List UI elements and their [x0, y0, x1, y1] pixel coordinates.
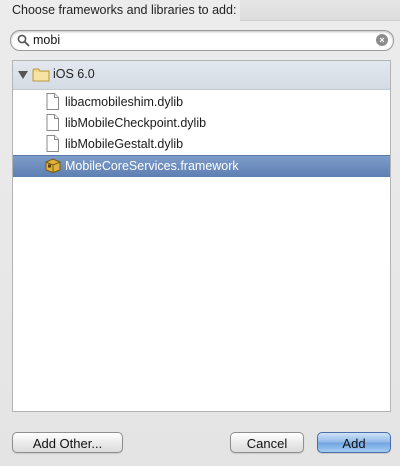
list-item-selected[interactable]: MobileCoreServices.framework — [13, 155, 390, 177]
background-tab-strip — [240, 0, 400, 21]
list-item[interactable]: libMobileGestalt.dylib — [13, 134, 390, 155]
group-row-ios[interactable]: iOS 6.0 — [13, 61, 390, 90]
add-frameworks-sheet: Choose frameworks and libraries to add: … — [0, 0, 400, 466]
item-label: libMobileGestalt.dylib — [65, 137, 184, 151]
group-label: iOS 6.0 — [53, 67, 95, 81]
list-item[interactable]: libacmobileshim.dylib — [13, 92, 390, 113]
document-icon — [46, 93, 59, 110]
framework-icon — [45, 158, 61, 173]
clear-search-icon[interactable]: × — [376, 34, 388, 46]
folder-icon — [32, 68, 50, 82]
cancel-button[interactable]: Cancel — [230, 432, 304, 453]
disclosure-triangle-icon[interactable] — [18, 71, 28, 79]
search-field[interactable]: × — [10, 30, 394, 51]
document-icon — [46, 114, 59, 131]
list-item[interactable]: libMobileCheckpoint.dylib — [13, 113, 390, 134]
dialog-title: Choose frameworks and libraries to add: — [12, 3, 237, 17]
add-other-button[interactable]: Add Other... — [12, 432, 123, 453]
document-icon — [46, 135, 59, 152]
item-label: libacmobileshim.dylib — [65, 95, 184, 109]
search-input[interactable] — [33, 32, 363, 48]
add-button[interactable]: Add — [317, 432, 391, 453]
search-icon — [17, 34, 30, 47]
item-label: libMobileCheckpoint.dylib — [65, 116, 207, 130]
item-label: MobileCoreServices.framework — [65, 159, 239, 173]
framework-list[interactable]: iOS 6.0 libacmobileshim.dylib libMobileC… — [12, 60, 391, 412]
